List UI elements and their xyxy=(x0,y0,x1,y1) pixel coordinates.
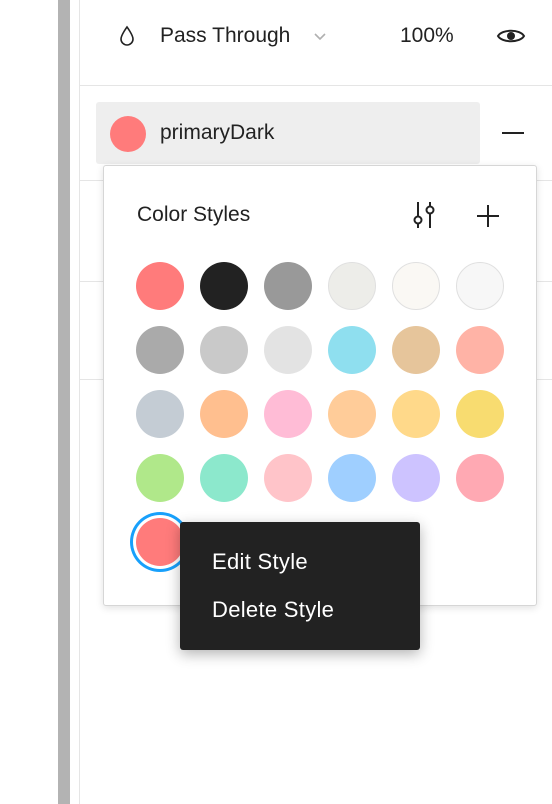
color-style-swatch[interactable] xyxy=(392,262,440,310)
fill-style-row[interactable]: primaryDark xyxy=(96,102,480,164)
popover-title: Color Styles xyxy=(137,203,251,226)
color-style-swatch[interactable] xyxy=(456,390,504,438)
color-style-swatch[interactable] xyxy=(328,326,376,374)
color-style-swatch[interactable] xyxy=(456,454,504,502)
blend-mode-select[interactable]: Pass Through xyxy=(160,24,290,48)
color-style-swatch[interactable] xyxy=(328,390,376,438)
color-style-swatch[interactable] xyxy=(200,262,248,310)
layer-section: Pass Through 100% xyxy=(80,0,552,86)
color-style-swatch[interactable] xyxy=(264,262,312,310)
color-style-swatch[interactable] xyxy=(200,454,248,502)
color-style-swatch[interactable] xyxy=(392,326,440,374)
eye-icon[interactable] xyxy=(496,24,526,48)
color-style-swatch[interactable] xyxy=(136,262,184,310)
color-style-swatch[interactable] xyxy=(456,326,504,374)
panel-border xyxy=(79,0,80,804)
color-style-swatch[interactable] xyxy=(264,326,312,374)
panel-divider xyxy=(58,0,70,804)
color-style-swatch[interactable] xyxy=(136,390,184,438)
color-style-swatch[interactable] xyxy=(136,518,184,566)
plus-icon[interactable] xyxy=(476,204,500,228)
canvas-edge xyxy=(0,0,58,804)
style-color-swatch[interactable] xyxy=(110,116,146,152)
color-style-swatch[interactable] xyxy=(136,454,184,502)
minus-icon[interactable] xyxy=(500,120,526,146)
color-style-swatch[interactable] xyxy=(392,454,440,502)
drop-icon xyxy=(120,25,134,46)
color-style-swatch[interactable] xyxy=(328,454,376,502)
color-style-swatch[interactable] xyxy=(264,390,312,438)
color-style-swatch[interactable] xyxy=(200,326,248,374)
edit-style-menu-item[interactable]: Edit Style xyxy=(180,542,420,582)
delete-style-menu-item[interactable]: Delete Style xyxy=(180,590,420,630)
opacity-input[interactable]: 100% xyxy=(400,24,454,48)
adjust-icon[interactable] xyxy=(410,200,438,230)
color-style-swatch[interactable] xyxy=(392,390,440,438)
color-style-swatch[interactable] xyxy=(200,390,248,438)
context-menu: Edit Style Delete Style xyxy=(180,522,420,650)
chevron-down-icon[interactable] xyxy=(312,28,328,44)
color-style-swatch[interactable] xyxy=(328,262,376,310)
color-style-swatch[interactable] xyxy=(136,326,184,374)
color-style-swatch[interactable] xyxy=(456,262,504,310)
color-style-swatch[interactable] xyxy=(264,454,312,502)
style-name[interactable]: primaryDark xyxy=(160,121,274,145)
